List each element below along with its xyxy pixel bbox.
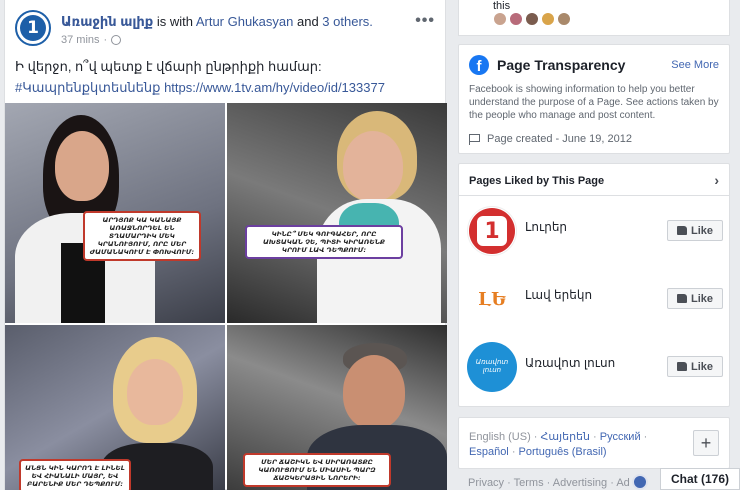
liker-avatar[interactable] bbox=[525, 12, 539, 26]
with-text: is with bbox=[153, 14, 196, 29]
page-transparency-box: f Page Transparency See More Facebook is… bbox=[458, 44, 730, 154]
face-shape bbox=[343, 131, 403, 201]
speech-bubble: ԱՆՑՆ ԿԻՆ ԿԱՐՈՂ Է ԼԻՆԵԼ ԵՎ ՀԻԱՆԱԼԻ ՄԱՅՐ, … bbox=[19, 459, 131, 490]
page-logo[interactable]: ԼԵ bbox=[467, 274, 517, 324]
post-author-line: Առաջին ալիք is with Artur Ghukasyan and … bbox=[61, 14, 373, 30]
logo-text: ԼԵ bbox=[478, 288, 506, 310]
face-shape bbox=[127, 359, 183, 425]
liked-page-name[interactable]: Լավ երեկո bbox=[525, 288, 592, 302]
globe-icon[interactable] bbox=[632, 474, 648, 490]
liked-page-item: ԼԵ Լավ երեկո Like bbox=[467, 274, 723, 324]
liker-avatar[interactable] bbox=[509, 12, 523, 26]
page-logo[interactable]: 1 bbox=[467, 206, 517, 256]
avatar-logo: 1 bbox=[20, 15, 46, 41]
liked-page-item: Առավոտ լուսո Առավոտ լուսո Like bbox=[467, 342, 723, 392]
language-link[interactable]: Español bbox=[469, 446, 509, 458]
liker-avatars bbox=[493, 12, 571, 26]
others-link[interactable]: 3 others. bbox=[322, 14, 373, 29]
photo-4[interactable]: ՄԵՐ ՃԱՇԻԿՆ ԵՎ ՍԻՐԱՌԱՏՔԸ ԿԱՌՈՒՑՈՒՄ ԵՆ ՄԻԱ… bbox=[227, 325, 447, 490]
liked-page-name[interactable]: Լուրեր bbox=[525, 220, 567, 234]
post-links: #Կապրենքկտեսնենք https://www.1tv.am/hy/v… bbox=[15, 77, 435, 98]
logo-text: 1 bbox=[477, 216, 507, 246]
language-box: English (US) · Հայերեն · Русский · Españ… bbox=[458, 417, 730, 469]
add-language-button[interactable]: + bbox=[693, 430, 719, 456]
liked-page-name[interactable]: Առավոտ լուսո bbox=[525, 356, 615, 370]
flag-icon bbox=[469, 133, 481, 145]
liker-avatar[interactable] bbox=[557, 12, 571, 26]
current-language: English (US) bbox=[469, 431, 531, 443]
pages-liked-title[interactable]: Pages Liked by This Page bbox=[469, 175, 604, 187]
more-options-icon[interactable]: ••• bbox=[415, 12, 435, 30]
hashtag-link[interactable]: #Կապրենքկտեսնենք bbox=[15, 80, 160, 95]
speech-bubble: ՄԵՐ ՃԱՇԻԿՆ ԵՎ ՍԻՐԱՌԱՏՔԸ ԿԱՌՈՒՑՈՒՄ ԵՆ ՄԻԱ… bbox=[243, 453, 391, 487]
face-shape bbox=[343, 355, 405, 429]
post-meta: 37 mins · bbox=[61, 34, 122, 46]
photo-grid: ԱՐԴՅՈՔ ԿԱ ԿԱՆԱՅՔ ԱՌԱՋՆՈՐԴԵԼ ԵՆ ՏՂԱՄԱՐԴԻԿ… bbox=[5, 103, 447, 490]
photo-1[interactable]: ԱՐԴՅՈՔ ԿԱ ԿԱՆԱՅՔ ԱՌԱՋՆՈՐԴԵԼ ԵՆ ՏՂԱՄԱՐԴԻԿ… bbox=[5, 103, 225, 323]
face-shape bbox=[55, 131, 109, 201]
and-text: and bbox=[293, 14, 323, 29]
tagged-person-link[interactable]: Artur Ghukasyan bbox=[196, 14, 294, 29]
language-link[interactable]: Русский bbox=[600, 431, 641, 443]
page-created-text: Page created - June 19, 2012 bbox=[487, 133, 632, 145]
footer-links[interactable]: Privacy · Terms · Advertising · Ad bbox=[468, 477, 630, 489]
like-button[interactable]: Like bbox=[667, 288, 723, 309]
chat-button[interactable]: Chat (176) bbox=[660, 468, 740, 490]
likers-text: this bbox=[493, 0, 511, 12]
thumbs-up-icon bbox=[676, 362, 687, 371]
thumbs-up-icon bbox=[676, 226, 687, 235]
language-list: English (US) · Հայերեն · Русский · Españ… bbox=[469, 431, 648, 458]
post-time[interactable]: 37 mins bbox=[61, 34, 100, 46]
speech-bubble: ԿԻՆԸ՞ ՄԵԿ ԳՈՒԳԱՀԵՐ, ՈՐԸ ԱԽՏԱԿԱՆ ՉԵ, ՊԻՏԻ… bbox=[245, 225, 403, 259]
photo-3[interactable]: ԱՆՑՆ ԿԻՆ ԿԱՐՈՂ Է ԼԻՆԵԼ ԵՎ ՀԻԱՆԱԼԻ ՄԱՅՐ, … bbox=[5, 325, 225, 490]
page-created-row: Page created - June 19, 2012 bbox=[469, 133, 632, 145]
globe-icon bbox=[111, 35, 122, 45]
language-link[interactable]: Português (Brasil) bbox=[519, 446, 607, 458]
sidebar-likers-box: this bbox=[458, 0, 730, 36]
liker-avatar[interactable] bbox=[493, 12, 507, 26]
post-header: 1 Առաջին ալիք is with Artur Ghukasyan an… bbox=[15, 10, 435, 50]
thumbs-up-icon bbox=[676, 294, 687, 303]
liked-page-item: 1 Լուրեր Like bbox=[467, 206, 723, 256]
language-link[interactable]: Հայերեն bbox=[541, 431, 590, 443]
page-avatar[interactable]: 1 bbox=[15, 10, 51, 46]
like-button[interactable]: Like bbox=[667, 220, 723, 241]
photo-2[interactable]: ԿԻՆԸ՞ ՄԵԿ ԳՈՒԳԱՀԵՐ, ՈՐԸ ԱԽՏԱԿԱՆ ՉԵ, ՊԻՏԻ… bbox=[227, 103, 447, 323]
facebook-logo-icon: f bbox=[469, 55, 489, 75]
transparency-title: Page Transparency bbox=[497, 57, 626, 73]
see-more-link[interactable]: See More bbox=[671, 59, 719, 71]
like-button[interactable]: Like bbox=[667, 356, 723, 377]
page-logo[interactable]: Առավոտ լուսո bbox=[467, 342, 517, 392]
post-text: Ի վերջո, ո՞վ պետք է վճարի ընթրիքի համար:… bbox=[15, 56, 435, 98]
chevron-right-icon[interactable]: › bbox=[714, 172, 719, 188]
logo-text: Առավոտ լուսո bbox=[475, 359, 509, 374]
divider bbox=[459, 195, 729, 196]
transparency-description: Facebook is showing information to help … bbox=[469, 84, 719, 121]
liker-avatar[interactable] bbox=[541, 12, 555, 26]
video-url-link[interactable]: https://www.1tv.am/hy/video/id/133377 bbox=[164, 80, 385, 95]
page-name-link[interactable]: Առաջին ալիք bbox=[61, 14, 153, 29]
post-card: 1 Առաջին ալիք is with Artur Ghukasyan an… bbox=[4, 0, 447, 490]
speech-bubble: ԱՐԴՅՈՔ ԿԱ ԿԱՆԱՅՔ ԱՌԱՋՆՈՐԴԵԼ ԵՆ ՏՂԱՄԱՐԴԻԿ… bbox=[83, 211, 201, 261]
post-text-line: Ի վերջո, ո՞վ պետք է վճարի ընթրիքի համար: bbox=[15, 59, 322, 74]
pages-liked-box: Pages Liked by This Page › 1 Լուրեր Like… bbox=[458, 163, 730, 407]
